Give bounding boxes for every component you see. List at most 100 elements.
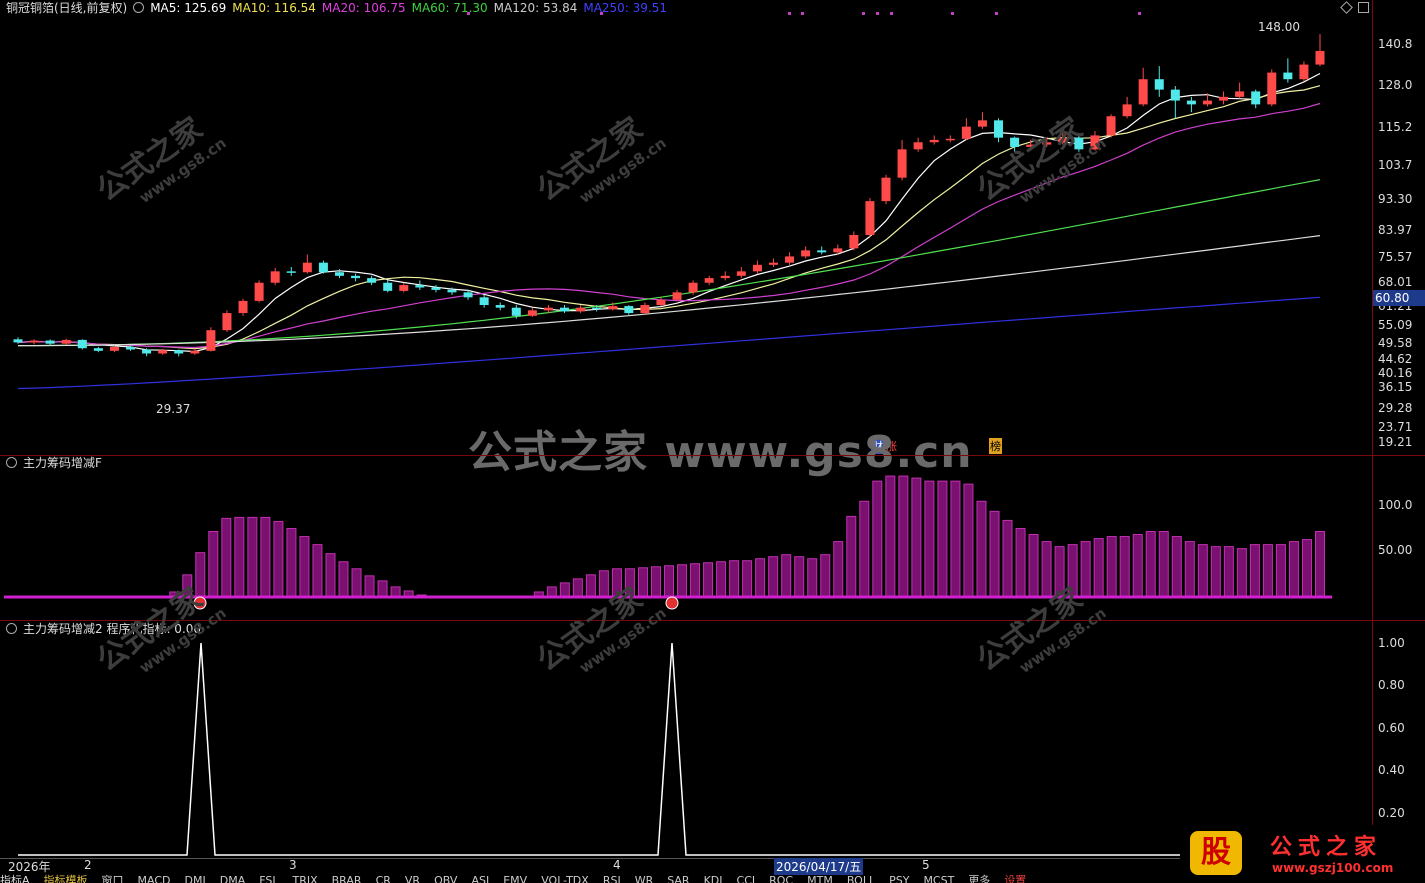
candle-body [142,349,152,354]
candle-body [961,126,971,139]
indicator-f-bar [325,553,336,598]
tab-emv[interactable]: EMV [503,874,527,883]
candle-body [1202,100,1212,105]
tab-roc[interactable]: ROC [769,874,793,883]
tab-boll[interactable]: BOLL [847,874,875,883]
tab-settings[interactable]: 设置 [1004,874,1026,883]
candle-body [1138,79,1148,105]
indicator-2-line [18,642,1320,856]
candle-body [222,313,232,331]
candle-body [13,339,23,343]
tab-brar[interactable]: BRAR [332,874,362,883]
indicator-f-bar [729,560,740,598]
candle-body [801,250,811,257]
candle-body [720,275,730,279]
indicator-panel-2[interactable]: 主力筹码增减2 程序化指标: 0.00 1.00 0.80 0.60 0.40 … [0,621,1425,857]
indicator-f-bar [846,515,857,598]
tab-vr[interactable]: VR [405,874,420,883]
tab-dmi[interactable]: DMI [185,874,206,883]
candlestick-chart [13,34,1325,390]
tab-zhibiao-a[interactable]: 指标A [0,874,30,883]
candle-body [174,350,184,354]
indicator-f-bar [572,578,583,598]
candle-body [254,282,264,301]
event-marker [801,12,804,15]
price-axis-label: 140.8 [1378,37,1413,51]
indicator-f-bar [234,516,245,598]
event-marker [995,12,998,15]
tab-mtm[interactable]: MTM [807,874,833,883]
indicator-f-bar [1145,531,1156,598]
candle-body [93,348,103,351]
tab-more[interactable]: 更多 [968,874,990,883]
indicator-f-bar [1288,541,1299,598]
indicator-f-bar [1015,527,1026,598]
candle-body [624,306,634,314]
candle-body [415,285,425,288]
tab-wr[interactable]: WR [635,874,654,883]
candle-body [608,306,618,310]
candle-body [29,340,39,343]
price-axis-label: 55.09 [1378,318,1413,332]
current-price-tag: 60.80 [1373,290,1425,306]
event-marker [467,12,470,15]
tab-vol-tdx[interactable]: VOL-TDX [541,874,589,883]
indicator-f-bar [833,541,844,598]
indicator-f-bar [247,516,258,598]
tab-asi[interactable]: ASI [471,874,489,883]
site-logo: 股 公式之家 www.gszj100.com [1180,825,1425,883]
tab-kdj[interactable]: KDJ [704,874,723,883]
candle-body [270,271,280,283]
ma-line-40 [18,179,1321,347]
signal-dot [665,596,679,610]
indicator-2-axis-label: 0.80 [1378,678,1405,692]
candle-body [383,282,393,291]
tab-obv[interactable]: OBV [434,874,457,883]
indicator-f-bar [1171,536,1182,598]
indicator-f-bar [1119,536,1130,598]
tab-mcst[interactable]: MCST [923,874,954,883]
tab-psy[interactable]: PSY [889,874,909,883]
candle-body [367,278,377,283]
event-marker [600,12,603,15]
badge-bang[interactable]: 榜 [989,438,1002,454]
candle-body [527,310,537,316]
event-marker [876,12,879,15]
date-month-3: 3 [289,858,297,872]
tab-dma[interactable]: DMA [220,874,246,883]
event-marker [788,12,791,15]
indicator-f-bar [976,500,987,598]
tab-window[interactable]: 窗口 [102,874,124,883]
tab-cr[interactable]: CR [376,874,391,883]
candle-body [672,292,682,300]
candle-body [1251,91,1261,105]
indicator-f-bar [963,483,974,598]
indicator-f-bar [781,554,792,598]
event-marker [951,12,954,15]
tab-trix[interactable]: TRIX [292,874,317,883]
candle-body [1315,50,1325,65]
tab-cci[interactable]: CCI [737,874,756,883]
candle-body [1186,100,1196,105]
tab-zhibiao-moban[interactable]: 指标模板 [44,874,88,883]
tab-fsl[interactable]: FSL [259,874,278,883]
price-axis-label: 49.58 [1378,336,1413,350]
candle-body [977,120,987,127]
candle-body [704,278,714,283]
candle-body [833,248,843,253]
tab-macd[interactable]: MACD [138,874,171,883]
indicator-f-bar [260,516,271,598]
price-panel[interactable]: 铜冠铜箔(日线,前复权) MA5: 125.69 MA10: 116.54 MA20:… [0,0,1425,478]
tab-sar[interactable]: SAR [667,874,689,883]
candle-body [881,177,891,202]
tab-rsi[interactable]: RSI [603,874,621,883]
candle-body [286,271,296,273]
indicator-f-bar [559,582,570,598]
indicator-f-bar [937,480,948,598]
indicator-f-bar [911,477,922,598]
indicator-f-bar [924,480,935,598]
candle-body [399,285,409,291]
indicator-f-bar [1002,519,1013,598]
price-axis-label: 103.7 [1378,158,1413,172]
indicator-f-bar [898,475,909,598]
